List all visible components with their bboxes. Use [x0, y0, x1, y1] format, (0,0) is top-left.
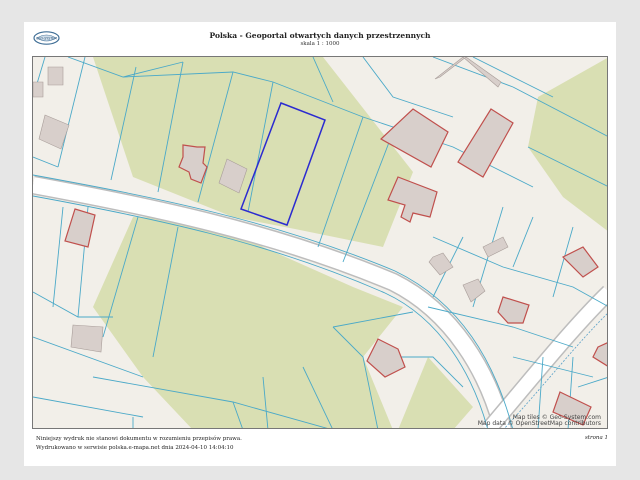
map-view[interactable]: Map tiles © Geo-System.com Map data © Op…: [32, 56, 608, 429]
page-number: strona 1: [584, 435, 608, 441]
print-page: GEO-SYSTEM Polska - Geoportal otwartych …: [24, 22, 616, 466]
attribution-line-2: Map data © OpenStreetMap contributors: [477, 420, 601, 427]
map-canvas: [33, 57, 607, 428]
footer-notes: Niniejszy wydruk nie stanowi dokumentu w…: [36, 435, 242, 453]
print-info-text: Wydrukowano w serwisie polska.e-mapa.net…: [36, 445, 234, 451]
page-title: Polska - Geoportal otwartych danych prze…: [209, 31, 431, 40]
map-attribution: Map tiles © Geo-System.com Map data © Op…: [478, 415, 601, 427]
scale-label: skala 1 : 1000: [300, 41, 340, 47]
disclaimer-text: Niniejszy wydruk nie stanowi dokumentu w…: [36, 436, 242, 442]
